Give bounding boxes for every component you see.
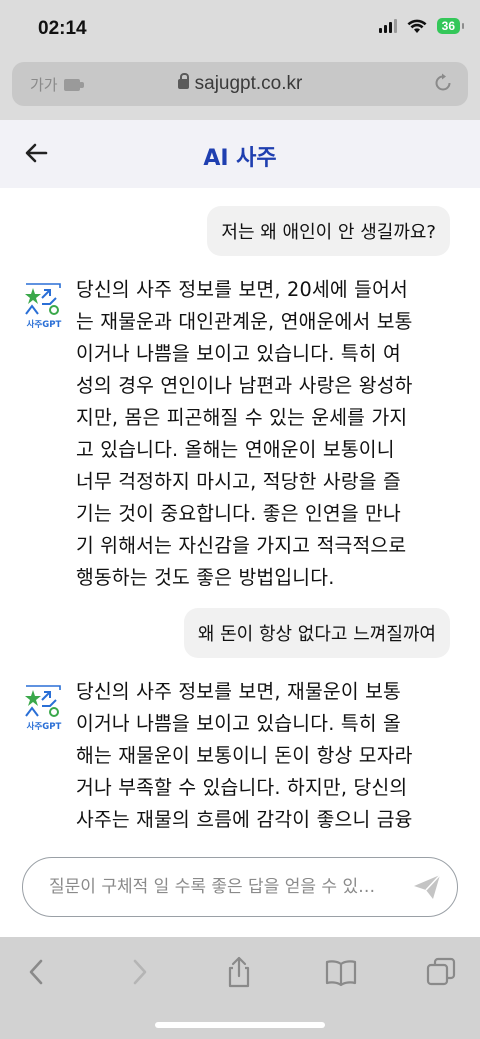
user-message: 왜 돈이 항상 없다고 느껴질까여: [183, 608, 450, 658]
status-time: 02:14: [38, 18, 87, 39]
saju-gpt-avatar-icon: 사주GPT: [25, 283, 62, 330]
message-line: 너무 걱정하지 마시고, 적당한 사랑을 즐: [76, 470, 401, 493]
bot-message-text: 당신의 사주 정보를 보면, 재물운이 보통 이거나 나쁨을 보이고 있습니다.…: [76, 676, 472, 836]
message-line: 는 재물운과 대인관계운, 연애운에서 보통: [76, 310, 413, 333]
chat-messages: 저는 왜 애인이 안 생길까요? 사주GPT 당신의 사주 정보를 보면, 20…: [0, 188, 480, 838]
reload-icon[interactable]: [432, 72, 454, 94]
status-icons: 36: [378, 18, 465, 34]
share-icon[interactable]: [222, 955, 256, 989]
message-line: 해는 재물운이 보통이니 돈이 항상 모자라: [76, 744, 413, 767]
app-header: AI 사주: [0, 120, 480, 188]
home-indicator: [155, 1022, 325, 1028]
message-line: 지만, 몸은 피곤해질 수 있는 운세를 가지: [76, 406, 408, 429]
address-bar[interactable]: 가가 sajugpt.co.kr: [12, 62, 468, 106]
forward-nav-icon[interactable]: [122, 955, 156, 989]
url-text: sajugpt.co.kr: [194, 73, 303, 94]
message-line: 사주는 재물의 흐름에 감각이 좋으니 금융: [76, 808, 413, 831]
user-message: 저는 왜 애인이 안 생길까요?: [207, 206, 450, 256]
avatar-label: 사주GPT: [27, 721, 62, 732]
message-line: 행동하는 것도 좋은 방법입니다.: [76, 566, 335, 589]
url-display[interactable]: sajugpt.co.kr: [12, 73, 468, 95]
bot-message: 사주GPT 당신의 사주 정보를 보면, 재물운이 보통 이거나 나쁨을 보이고…: [22, 676, 458, 838]
chat-input-container: [22, 857, 458, 917]
message-line: 성의 경우 연인이나 남편과 사랑은 왕성하: [76, 374, 413, 397]
message-line: 기 위해서는 자신감을 가지고 적극적으로: [76, 534, 407, 557]
paper-plane-icon[interactable]: [411, 871, 443, 903]
saju-gpt-avatar-icon: 사주GPT: [25, 685, 62, 732]
tabs-icon[interactable]: [424, 955, 458, 989]
battery-indicator: 36: [436, 18, 465, 34]
bot-message-text: 당신의 사주 정보를 보면, 20세에 들어서 는 재물운과 대인관계운, 연애…: [76, 274, 472, 594]
page-title: AI 사주: [203, 146, 277, 171]
message-line: 기는 것이 중요합니다. 좋은 인연을 만나: [76, 502, 401, 525]
message-line: 당신의 사주 정보를 보면, 재물운이 보통: [76, 680, 401, 703]
cellular-signal-icon: [378, 19, 397, 33]
wifi-icon: [407, 19, 427, 33]
avatar-label: 사주GPT: [27, 319, 62, 330]
message-line: 이거나 나쁨을 보이고 있습니다. 특히 올: [76, 712, 401, 735]
bookmarks-icon[interactable]: [324, 955, 358, 989]
message-line: 이거나 나쁨을 보이고 있습니다. 특히 여: [76, 342, 401, 365]
bot-message: 사주GPT 당신의 사주 정보를 보면, 20세에 들어서 는 재물운과 대인관…: [22, 274, 458, 604]
back-nav-icon[interactable]: [20, 955, 54, 989]
message-line: 고 있습니다. 올해는 연애운이 보통이니: [76, 438, 395, 461]
message-line: 거나 부족할 수 있습니다. 하지만, 당신의: [76, 776, 408, 799]
message-line: 당신의 사주 정보를 보면, 20세에 들어서: [76, 278, 408, 301]
lock-icon: [177, 73, 189, 89]
browser-top-chrome: 02:14 36 가가 sajugpt.co.kr: [0, 0, 480, 120]
chat-input[interactable]: [49, 858, 409, 915]
